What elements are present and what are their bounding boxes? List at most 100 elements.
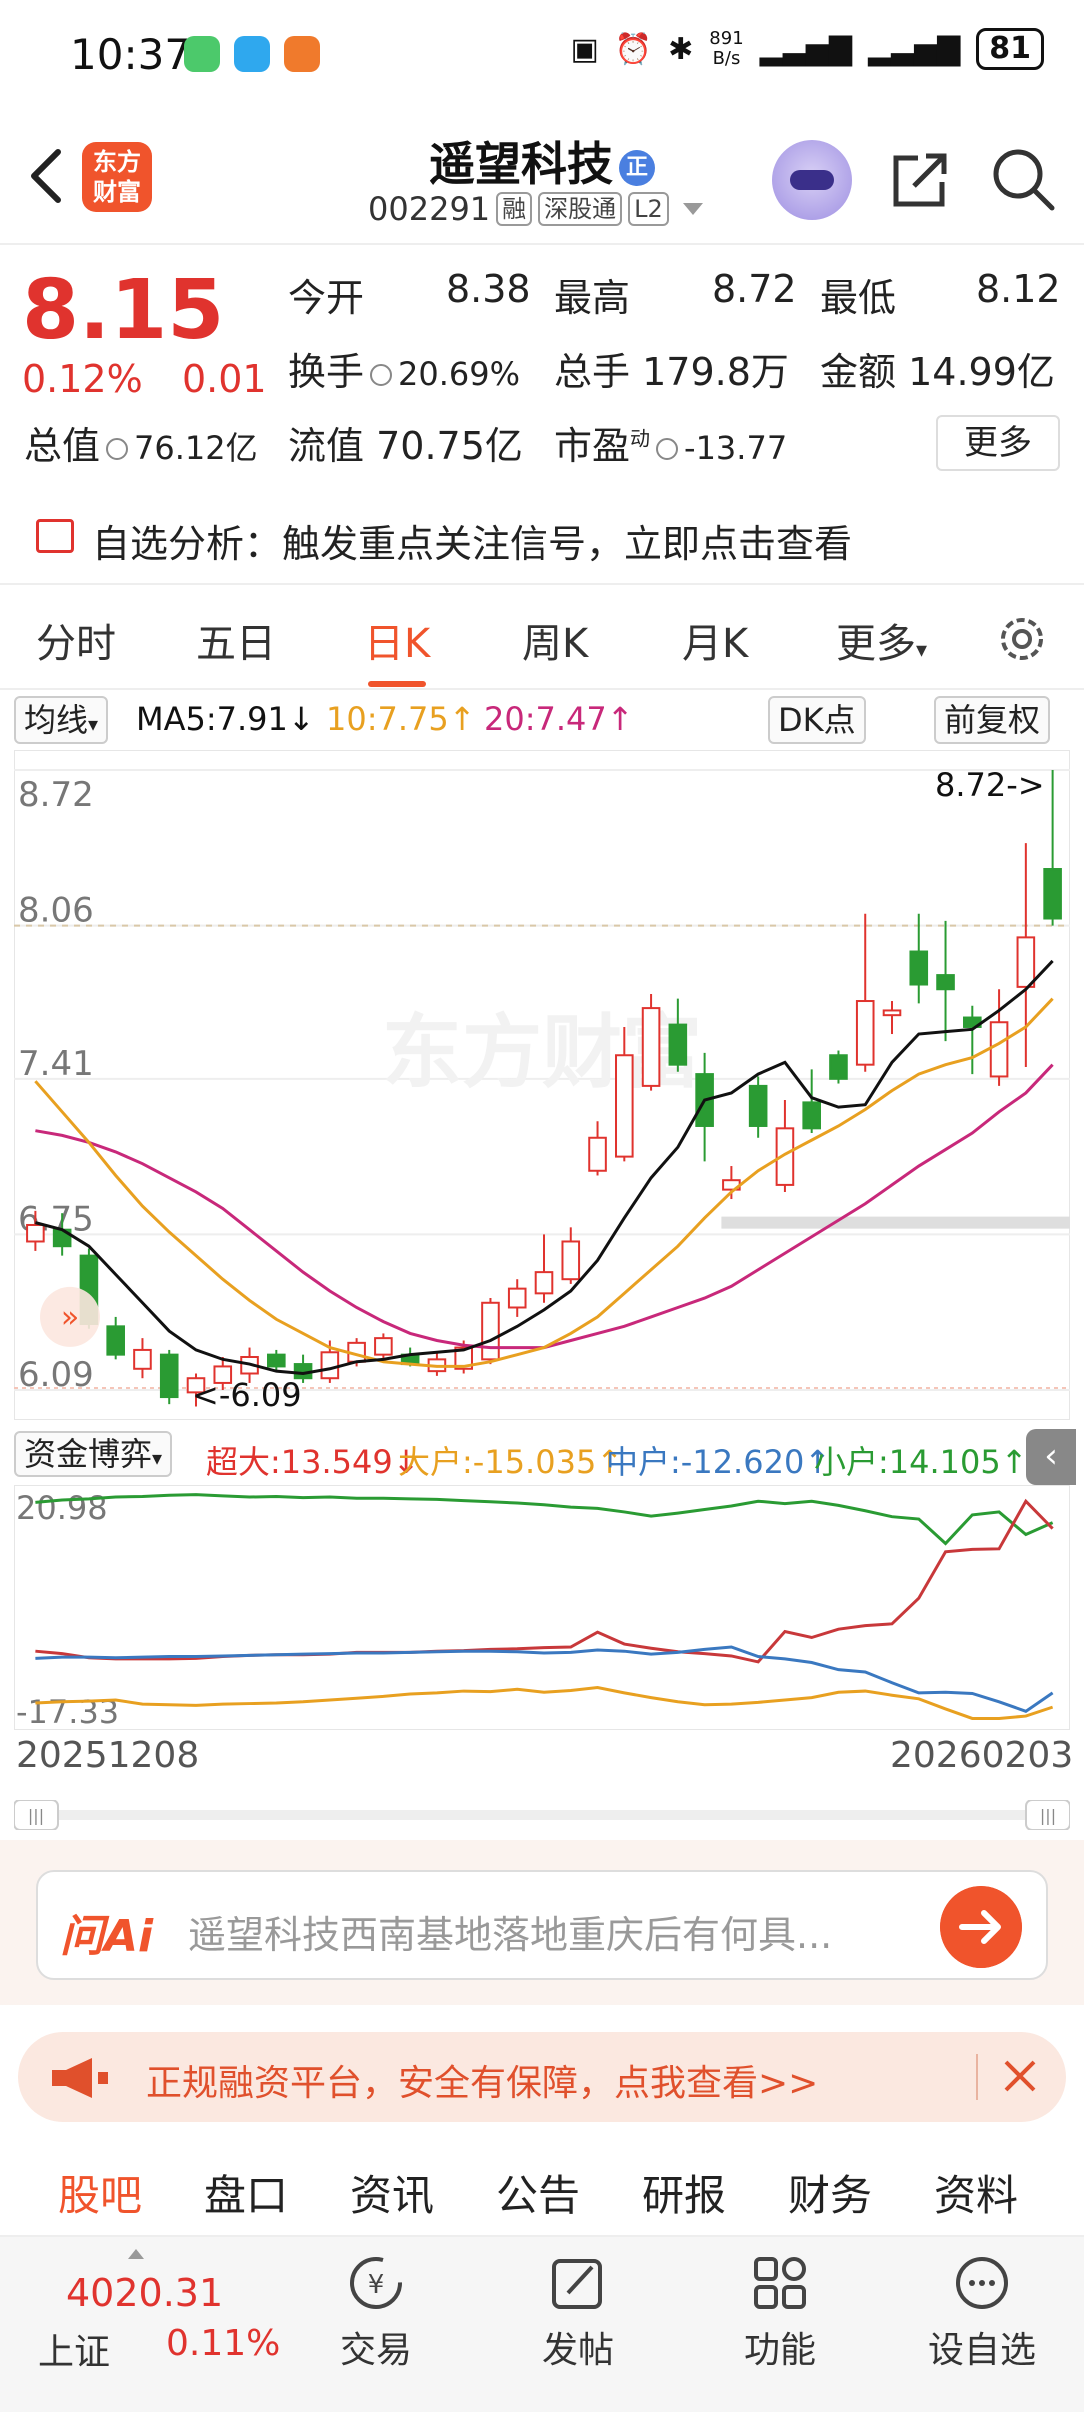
capital-flow-chart[interactable]: 20.98 -17.33 xyxy=(13,1484,1071,1731)
share-icon[interactable] xyxy=(888,148,952,212)
dk-point-selector[interactable]: DK点 xyxy=(768,696,866,744)
trade-icon: ¥ xyxy=(350,2257,402,2309)
float-field: 流值 70.75亿 xyxy=(288,424,523,468)
close-icon[interactable] xyxy=(1000,2056,1040,2096)
chart-period-tabs: 分时 五日 日K 周K 月K 更多▾ xyxy=(0,585,1084,690)
candle-body xyxy=(855,1000,875,1066)
volume-field: 总手 179.8万 xyxy=(554,350,789,394)
candle-body xyxy=(267,1353,286,1368)
nfc-icon: ▣ xyxy=(570,31,599,67)
candle-body xyxy=(507,1287,527,1309)
candle-body xyxy=(748,1084,768,1127)
tab-more[interactable]: 更多▾ xyxy=(836,611,927,669)
ai-question-box[interactable]: 问Ai 遥望科技西南基地落地重庆后有何具... xyxy=(36,1870,1048,1980)
candle-body xyxy=(159,1353,179,1399)
info-eye-icon[interactable] xyxy=(106,437,129,460)
dock-trade-button[interactable]: ¥ 交易 xyxy=(316,2253,436,2373)
candle-body xyxy=(534,1271,554,1295)
tab-research[interactable]: 研报 xyxy=(642,2162,726,2223)
dock-post-button[interactable]: 发帖 xyxy=(518,2253,638,2373)
tab-intraday[interactable]: 分时 xyxy=(36,611,116,669)
more-button[interactable]: 更多 xyxy=(936,415,1060,471)
price-change: 0.01 xyxy=(182,357,267,401)
high-value: 8.72 xyxy=(712,267,797,311)
add-watchlist-icon xyxy=(956,2257,1008,2309)
ai-suggested-question: 遥望科技西南基地落地重庆后有何具... xyxy=(188,1913,833,1957)
gear-icon[interactable] xyxy=(994,611,1050,667)
candle-body xyxy=(106,1325,125,1356)
ma5-value: MA5:7.91↓ xyxy=(136,700,315,738)
high-label: 最高 xyxy=(554,276,631,320)
caret-down-icon: ▾ xyxy=(88,712,99,736)
caret-down-icon: ▾ xyxy=(916,638,928,663)
stock-code: 002291 xyxy=(368,190,491,228)
svg-text:|||: ||| xyxy=(1040,1806,1056,1825)
flow-y-label: 20.98 xyxy=(16,1489,108,1527)
dock-function-button[interactable]: 功能 xyxy=(720,2253,840,2373)
tab-financials[interactable]: 财务 xyxy=(788,2162,872,2223)
mid-flow: 中户:-12.620↑ xyxy=(606,1443,832,1481)
candle-body xyxy=(588,1136,607,1172)
signal-icon-2: ▂▃▅▇ xyxy=(867,31,961,67)
dock-add-watchlist-button[interactable]: 设自选 xyxy=(922,2253,1042,2373)
candle-body xyxy=(829,1054,848,1080)
super-large-flow: 超大:13.549↓ xyxy=(206,1443,420,1481)
analysis-chart-icon xyxy=(36,519,74,553)
candle-body xyxy=(133,1348,152,1370)
candle-body xyxy=(882,1009,902,1017)
tab-order-book[interactable]: 盘口 xyxy=(204,2162,288,2223)
promo-divider xyxy=(976,2054,978,2100)
robot-assistant-icon[interactable] xyxy=(772,140,852,220)
tab-profile[interactable]: 资料 xyxy=(934,2162,1018,2223)
last-price: 8.15 xyxy=(22,263,225,358)
tab-five-day[interactable]: 五日 xyxy=(196,611,276,669)
kline-svg: 8.728.067.416.756.09东方财富8.72-><-6.09» xyxy=(14,750,1070,1420)
collapse-panel-icon[interactable]: ‹ xyxy=(1026,1429,1076,1485)
mktcap-field: 总值 76.12亿 xyxy=(24,424,258,468)
candle-body xyxy=(936,974,955,991)
tab-monthly-k[interactable]: 月K xyxy=(682,611,748,669)
promo-text: 正规融资平台，安全有保障，点我查看>> xyxy=(146,2063,819,2104)
candle-body xyxy=(26,1223,45,1243)
y-axis-label: 7.41 xyxy=(18,1044,94,1084)
tab-news[interactable]: 资讯 xyxy=(350,2162,434,2223)
bottom-dock: 4020.31 上证 0.11% ¥ 交易 发帖 功能 设自选 xyxy=(0,2235,1084,2412)
search-icon[interactable] xyxy=(990,146,1056,212)
promo-banner[interactable]: 正规融资平台，安全有保障，点我查看>> xyxy=(18,2032,1066,2122)
clock: 10:37 xyxy=(70,30,192,79)
app-notification-icon xyxy=(234,36,270,72)
dk-band xyxy=(721,1216,1070,1229)
stock-code-row[interactable]: 002291 融 深股通 L2 xyxy=(368,190,703,228)
candle-body xyxy=(481,1301,500,1361)
pe-field: 市盈动 -13.77 xyxy=(554,424,788,468)
tab-weekly-k[interactable]: 周K xyxy=(522,611,588,669)
open-label: 今开 xyxy=(288,276,365,320)
info-eye-icon[interactable] xyxy=(656,437,679,460)
chevron-down-icon[interactable] xyxy=(682,203,703,215)
chart-scrollbar[interactable]: ||| ||| xyxy=(14,1800,1070,1830)
notification-icons xyxy=(184,36,320,72)
info-eye-icon[interactable] xyxy=(370,363,393,386)
alarm-icon: ⏰ xyxy=(614,31,653,67)
svg-text:|||: ||| xyxy=(28,1806,44,1825)
watchlist-analysis-banner[interactable]: 自选分析：触发重点关注信号，立即点击查看 xyxy=(0,485,1084,585)
indicator-selector[interactable]: 均线▾ xyxy=(14,696,109,744)
caret-up-icon xyxy=(128,2249,144,2259)
index-name: 上证 xyxy=(38,2332,111,2373)
function-icon xyxy=(754,2257,806,2309)
candle-body xyxy=(909,950,929,986)
kline-chart[interactable]: 8.72 8.06 7.41 6.75 6.09 东方财富 8.72-> <-6.09» xyxy=(14,750,1070,1420)
ma-legend-row: 均线▾ MA5:7.91↓ 10:7.75↑ 20:7.47↑ DK点 前复权 xyxy=(0,690,1084,750)
tab-daily-k[interactable]: 日K xyxy=(364,611,430,687)
system-indicators: ▣ ⏰ ✱ 891 B/s ▂▃▅▇ ▂▃▅▇ 81 xyxy=(570,28,1044,70)
tab-forum[interactable]: 股吧 xyxy=(58,2162,143,2241)
ma10-value: 10:7.75↑ xyxy=(326,700,476,738)
adjust-selector[interactable]: 前复权 xyxy=(934,696,1051,744)
ma20-value: 20:7.47↑ xyxy=(484,700,634,738)
tab-announcements[interactable]: 公告 xyxy=(496,2162,580,2223)
post-icon xyxy=(552,2259,602,2309)
quote-panel: 8.15 0.12% 0.01 今开 8.38 最高 8.72 最低 8.12 … xyxy=(0,245,1084,485)
candle-body xyxy=(320,1351,340,1380)
arrow-right-icon[interactable] xyxy=(940,1886,1022,1968)
flow-selector[interactable]: 资金博弈▾ xyxy=(14,1431,173,1477)
